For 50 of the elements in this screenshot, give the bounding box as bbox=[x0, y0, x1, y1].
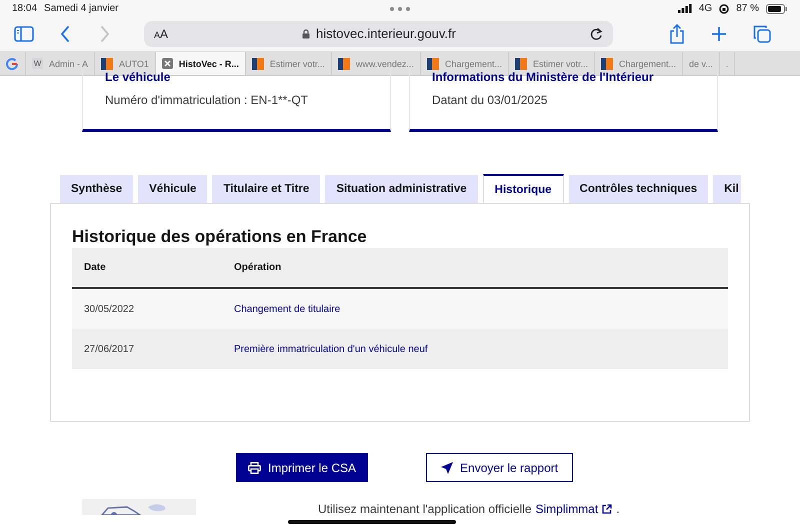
flag-icon bbox=[426, 58, 439, 70]
tab[interactable]: Situation administrative bbox=[325, 175, 478, 203]
printer-icon bbox=[248, 462, 261, 474]
date-label: Samedi 4 janvier bbox=[44, 3, 119, 14]
address-field[interactable]: AA histovec.interieur.gouv.fr bbox=[144, 20, 613, 46]
close-icon[interactable] bbox=[162, 58, 173, 69]
external-link-icon bbox=[602, 504, 612, 514]
battery-percent: 87 % bbox=[736, 3, 759, 14]
operation-link[interactable]: Changement de titulaire bbox=[234, 304, 340, 314]
date-cell-text: 27/06/2017 bbox=[83, 344, 136, 354]
print-button[interactable]: Imprimer le CSA bbox=[236, 453, 368, 482]
new-tab-icon[interactable] bbox=[711, 26, 727, 42]
flag-icon bbox=[338, 58, 350, 70]
tab[interactable]: Kil bbox=[713, 175, 741, 203]
date-cell-text: 30/05/2022 bbox=[83, 304, 136, 314]
lock-icon bbox=[302, 28, 310, 38]
tabs-overview-icon[interactable] bbox=[753, 24, 771, 42]
flag-icon bbox=[600, 58, 613, 70]
footer-text: Utilisez maintenant l'application officielle Simplimmat . bbox=[318, 502, 620, 516]
clock-time: 18:04 bbox=[12, 3, 38, 14]
send-button[interactable]: Envoyer le rapport bbox=[426, 453, 574, 482]
signal-icon bbox=[678, 4, 692, 13]
battery-icon bbox=[766, 4, 788, 14]
more-icon[interactable] bbox=[389, 6, 411, 12]
footer-period: . bbox=[616, 502, 620, 516]
section-heading: Historique des opérations en France bbox=[72, 226, 368, 248]
flag-icon bbox=[514, 58, 527, 70]
tab[interactable]: Titulaire et Titre bbox=[212, 175, 320, 203]
card-text: Datant du 03/01/2025 bbox=[432, 93, 548, 107]
google-icon bbox=[6, 58, 18, 70]
tab[interactable]: Véhicule bbox=[138, 175, 208, 203]
simplimmat-link[interactable]: Simplimmat bbox=[536, 502, 598, 516]
share-icon[interactable] bbox=[669, 24, 685, 44]
back-icon[interactable] bbox=[60, 26, 70, 42]
card-text: Numéro d'immatriculation : EN-1**-QT bbox=[105, 93, 310, 107]
tab[interactable]: Synthèse bbox=[60, 175, 134, 203]
browser-tab[interactable]: W Admin - A bbox=[26, 52, 96, 75]
column-header: Date bbox=[83, 262, 107, 273]
lock-rotation-icon bbox=[719, 4, 730, 14]
tab[interactable]: Contrôles techniques bbox=[568, 175, 708, 203]
sidebar-icon[interactable] bbox=[14, 26, 34, 42]
flag-icon bbox=[252, 58, 264, 70]
reload-icon[interactable] bbox=[590, 26, 604, 40]
letter-icon: W bbox=[32, 58, 43, 69]
flag-icon bbox=[101, 58, 114, 70]
operation-link[interactable]: Première immatriculation d'un véhicule neuf bbox=[234, 344, 428, 354]
network-label: 4G bbox=[698, 3, 712, 14]
send-icon bbox=[441, 462, 454, 474]
column-header: Opération bbox=[234, 262, 282, 273]
tab[interactable]: Historique bbox=[482, 174, 564, 203]
